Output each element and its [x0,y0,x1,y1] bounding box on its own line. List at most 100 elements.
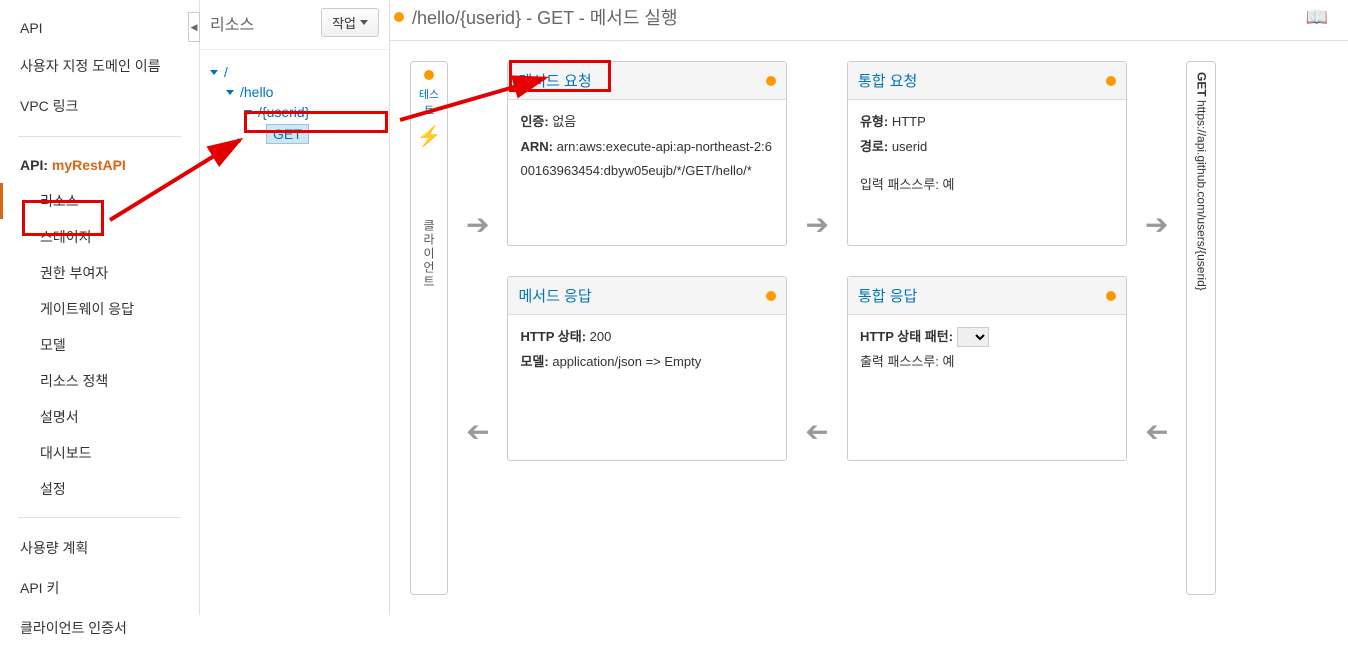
caret-icon [226,90,234,95]
nav-divider [18,136,181,137]
endpoint-text: GET https://api.github.com/users/{userid… [1194,72,1208,291]
out-passthrough-label: 출력 패스스루: [860,354,939,369]
arrow-right-icon: ➔ [805,208,828,241]
integration-column: 통합 요청 유형: HTTP 경로: userid 입력 패스스루: 예 통합 … [847,61,1127,595]
client-vertical-label: 클라이언트 [421,219,438,289]
integration-response-header[interactable]: 통합 응답 [848,277,1126,315]
integration-request-header[interactable]: 통합 요청 [848,62,1126,100]
model-label: 모델: [520,354,548,369]
documentation-icon[interactable]: 📖 [1306,7,1328,28]
arrow-column-1: ➔ ➔ [466,61,489,595]
caret-down-icon [360,20,368,25]
arn-value: arn:aws:execute-api:ap-northeast-2:60016… [520,139,771,179]
resource-tree-panel: 리소스 작업 / /hello /{userid} GET [200,0,390,615]
path-label: 경로: [860,139,888,154]
actions-label: 작업 [332,13,356,32]
integration-request-title: 통합 요청 [858,70,917,91]
method-flow-diagram: 테스트 ⚡ 클라이언트 ➔ ➔ 메서드 요청 인증: 없음 ARN: arn:a… [390,41,1348,615]
nav-api-heading: API: myRestAPI [0,147,199,183]
left-nav: ◀ API 사용자 지정 도메인 이름 VPC 링크 API: myRestAP… [0,0,200,615]
integration-request-body: 유형: HTTP 경로: userid 입력 패스스루: 예 [848,100,1126,208]
nav-item-api-keys[interactable]: API 키 [0,568,199,608]
page-title: /hello/{userid} - GET - 메서드 실행 [412,4,678,30]
auth-value: 없음 [552,114,576,129]
nav-item-client-certs[interactable]: 클라이언트 인증서 [0,608,199,648]
status-dot-icon [1106,76,1116,86]
main-panel: /hello/{userid} - GET - 메서드 실행 📖 테스트 ⚡ 클… [390,0,1348,615]
type-value: HTTP [892,114,926,129]
http-status-label: HTTP 상태: [520,329,586,344]
path-value: userid [892,139,927,154]
out-passthrough-value: 예 [943,354,955,369]
tree-node-hello-label: /hello [240,84,273,100]
tree-node-userid-label: /{userid} [258,104,309,120]
nav-sub-gateway-responses[interactable]: 게이트웨이 응답 [0,291,199,327]
client-test-label: 테스트 [415,86,443,118]
http-status-value: 200 [590,329,612,344]
endpoint-url: https://api.github.com/users/{userid} [1194,97,1208,291]
tree-node-hello[interactable]: /hello [210,82,379,102]
nav-api-name: myRestAPI [52,157,126,173]
arrow-left-icon: ➔ [466,415,489,448]
method-response-title: 메서드 응답 [518,285,591,306]
arrow-right-icon: ➔ [1145,208,1168,241]
endpoint-method: GET [1194,72,1208,97]
actions-dropdown-button[interactable]: 작업 [321,8,379,37]
nav-divider-2 [18,517,181,518]
arrow-left-icon: ➔ [1145,415,1168,448]
arn-label: ARN: [520,139,553,154]
model-value: application/json => Empty [552,354,701,369]
nav-sub-models[interactable]: 모델 [0,327,199,363]
method-response-card: 메서드 응답 HTTP 상태: 200 모델: application/json… [507,276,787,461]
method-column: 메서드 요청 인증: 없음 ARN: arn:aws:execute-api:a… [507,61,787,595]
status-dot-icon [766,76,776,86]
arrow-left-icon: ➔ [805,415,828,448]
status-dot-icon [1106,291,1116,301]
method-request-title: 메서드 요청 [518,70,591,91]
status-dot-icon [394,12,404,22]
tree-node-get-method[interactable]: GET [210,122,379,146]
status-dot-icon [766,291,776,301]
passthrough-value: 예 [943,177,955,192]
tree-node-root-label: / [224,64,228,80]
client-box[interactable]: 테스트 ⚡ 클라이언트 [410,61,448,595]
status-dot-icon [424,70,434,80]
nav-sub-resources[interactable]: 리소스 [0,183,199,219]
nav-sub-stages[interactable]: 스테이지 [0,219,199,255]
type-label: 유형: [860,114,888,129]
caret-icon [210,70,218,75]
arrow-column-3: ➔ ➔ [1145,61,1168,595]
passthrough-label: 입력 패스스루: [860,177,939,192]
pattern-label: HTTP 상태 패턴: [860,329,953,344]
method-request-header[interactable]: 메서드 요청 [508,62,786,100]
nav-collapse-toggle[interactable]: ◀ [188,12,200,42]
nav-item-usage-plans[interactable]: 사용량 계획 [0,528,199,568]
tree-body: / /hello /{userid} GET [200,50,389,158]
nav-item-api[interactable]: API [0,10,199,46]
main-header: /hello/{userid} - GET - 메서드 실행 📖 [390,0,1348,41]
nav-sub-dashboard[interactable]: 대시보드 [0,435,199,471]
integration-response-card: 통합 응답 HTTP 상태 패턴: - 출력 패스스루: 예 [847,276,1127,461]
arrow-column-2: ➔ ➔ [805,61,828,595]
method-response-body: HTTP 상태: 200 모델: application/json => Emp… [508,315,786,384]
nav-sub-settings[interactable]: 설정 [0,471,199,507]
nav-sub-authorizers[interactable]: 권한 부여자 [0,255,199,291]
nav-api-prefix: API: [20,157,52,173]
tree-header: 리소스 작업 [200,0,389,50]
nav-sub-resource-policy[interactable]: 리소스 정책 [0,363,199,399]
endpoint-box[interactable]: GET https://api.github.com/users/{userid… [1186,61,1216,595]
tree-title: 리소스 [210,11,254,35]
nav-item-custom-domain[interactable]: 사용자 지정 도메인 이름 [0,46,199,86]
pattern-select[interactable]: - [957,327,989,347]
bolt-icon: ⚡ [417,124,442,149]
integration-request-card: 통합 요청 유형: HTTP 경로: userid 입력 패스스루: 예 [847,61,1127,246]
tree-node-root[interactable]: / [210,62,379,82]
nav-item-vpc-link[interactable]: VPC 링크 [0,86,199,126]
tree-node-userid[interactable]: /{userid} [210,102,379,122]
caret-icon [244,110,252,115]
integration-response-body: HTTP 상태 패턴: - 출력 패스스루: 예 [848,315,1126,384]
arrow-right-icon: ➔ [466,208,489,241]
tree-node-get-label: GET [266,124,309,144]
nav-sub-documentation[interactable]: 설명서 [0,399,199,435]
method-response-header[interactable]: 메서드 응답 [508,277,786,315]
